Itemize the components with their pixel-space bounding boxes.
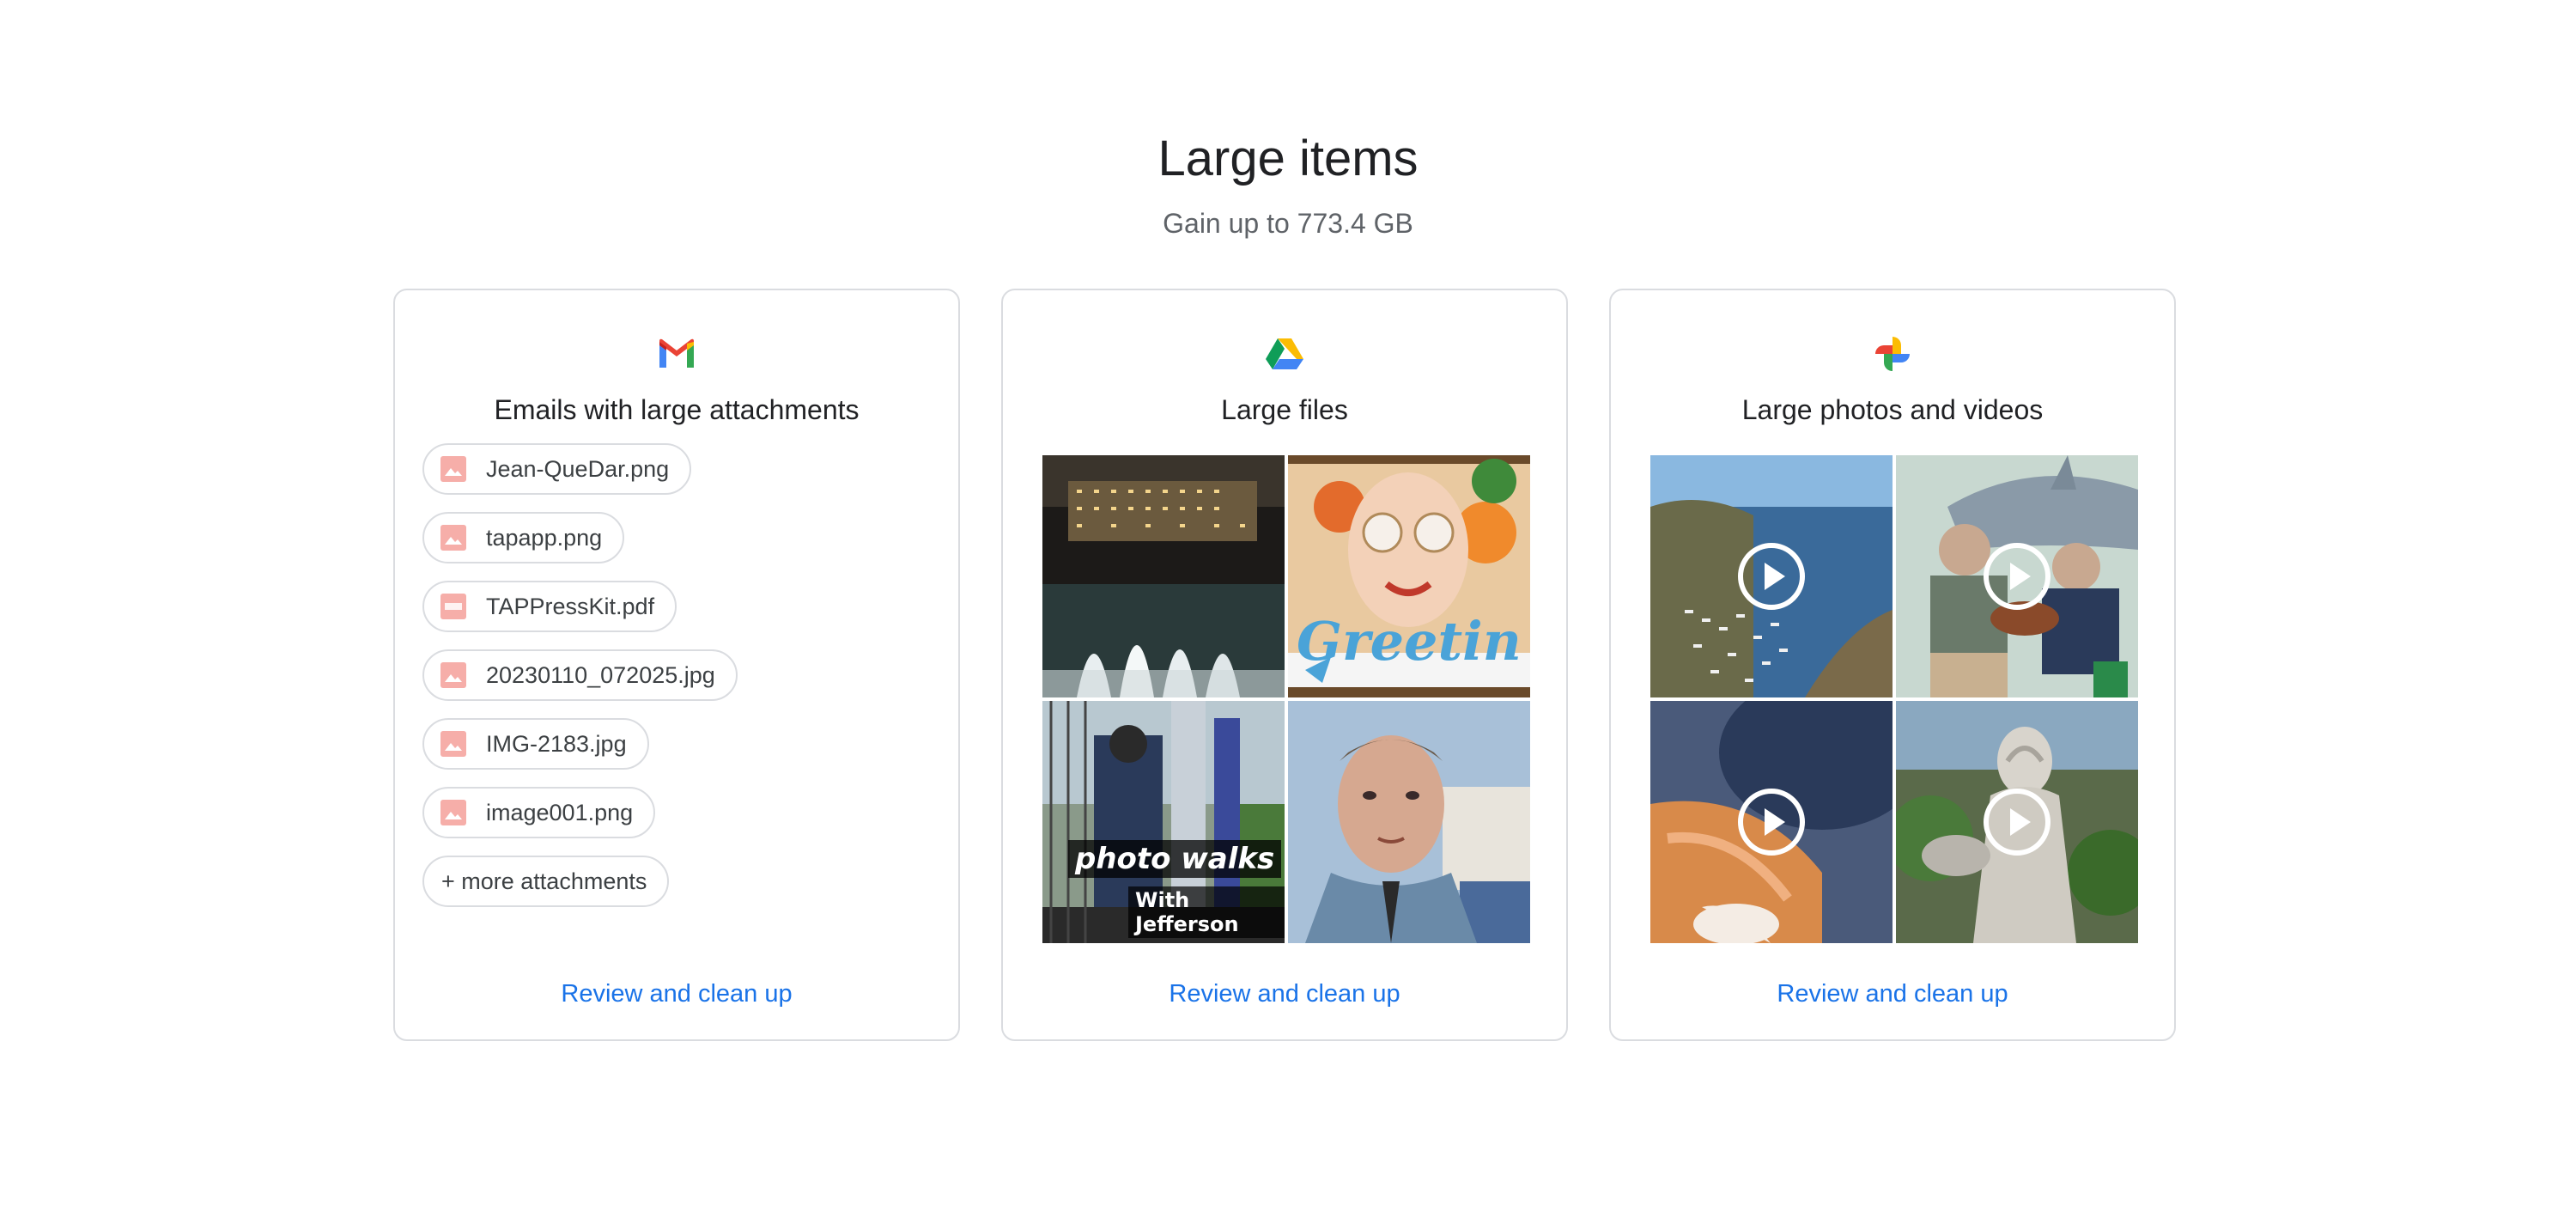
attachment-name: 20230110_072025.jpg (486, 661, 715, 688)
file-thumbnail[interactable]: Greetin (1288, 455, 1530, 697)
attachment-chip[interactable]: IMG-2183.jpg (422, 718, 649, 770)
card-title: Emails with large attachments (494, 394, 860, 425)
attachment-name: image001.png (486, 799, 634, 825)
attachment-chip[interactable]: 20230110_072025.jpg (422, 649, 738, 701)
attachment-list: Jean-QueDar.png tapapp.png TAPPressKit.p… (422, 443, 738, 907)
file-thumbnail-grid: Greetin photo walks With Jefferson (1042, 455, 1530, 943)
image-file-icon (440, 456, 466, 482)
attachment-name: tapapp.png (486, 524, 603, 551)
file-thumbnail[interactable] (1288, 701, 1530, 943)
more-attachments-label: + more attachments (441, 868, 647, 894)
fountain-night-thumbnail (1042, 455, 1285, 697)
card-title: Large photos and videos (1741, 394, 2044, 425)
large-files-card: Large files Greetin photo walks With Jef… (1001, 289, 1568, 1041)
photo-walks-text: photo walks (1068, 840, 1282, 878)
play-icon (1738, 789, 1805, 856)
review-clean-up-link[interactable]: Review and clean up (395, 974, 958, 1014)
page-subtitle: Gain up to 773.4 GB (1163, 208, 1413, 239)
large-photos-videos-card: Large photos and videos Review and clean… (1609, 289, 2176, 1041)
image-file-icon (440, 662, 466, 688)
review-clean-up-link[interactable]: Review and clean up (1611, 974, 2174, 1014)
attachment-name: Jean-QueDar.png (486, 455, 670, 482)
attachment-name: IMG-2183.jpg (486, 730, 627, 757)
page-title: Large items (1157, 131, 1419, 186)
play-icon (1984, 789, 2050, 856)
video-thumbnail[interactable] (1896, 455, 2138, 697)
attachment-chip[interactable]: image001.png (422, 787, 656, 838)
play-icon (1738, 543, 1805, 610)
attachment-name: TAPPressKit.pdf (486, 593, 655, 619)
attachment-chip[interactable]: Jean-QueDar.png (422, 443, 692, 495)
attachment-chip[interactable]: tapapp.png (422, 512, 625, 563)
with-jefferson-caption: With Jefferson (1128, 886, 1285, 938)
greeting-text: Greetin (1297, 610, 1522, 673)
google-photos-icon (1875, 337, 1910, 371)
image-file-icon (440, 800, 466, 825)
gmail-icon (659, 338, 694, 368)
email-attachments-card: Emails with large attachments Jean-QueDa… (393, 289, 960, 1041)
page-header: Large items Gain up to 773.4 GB (0, 120, 2576, 249)
play-icon (1984, 543, 2050, 610)
google-drive-icon (1266, 338, 1303, 369)
card-title: Large files (1221, 394, 1348, 425)
video-thumbnail[interactable] (1896, 701, 2138, 943)
more-attachments-button[interactable]: + more attachments (422, 856, 670, 907)
file-thumbnail[interactable]: photo walks With Jefferson (1042, 701, 1285, 943)
video-thumbnail[interactable] (1650, 455, 1893, 697)
review-clean-up-link[interactable]: Review and clean up (1003, 974, 1566, 1014)
pdf-file-icon (440, 594, 466, 619)
image-file-icon (440, 525, 466, 551)
image-file-icon (440, 731, 466, 757)
video-thumbnail[interactable] (1650, 701, 1893, 943)
media-thumbnail-grid (1650, 455, 2138, 943)
man-portrait-thumbnail (1288, 701, 1530, 943)
file-thumbnail[interactable] (1042, 455, 1285, 697)
cards-row: Emails with large attachments Jean-QueDa… (393, 289, 2176, 1041)
attachment-chip[interactable]: TAPPressKit.pdf (422, 581, 677, 632)
